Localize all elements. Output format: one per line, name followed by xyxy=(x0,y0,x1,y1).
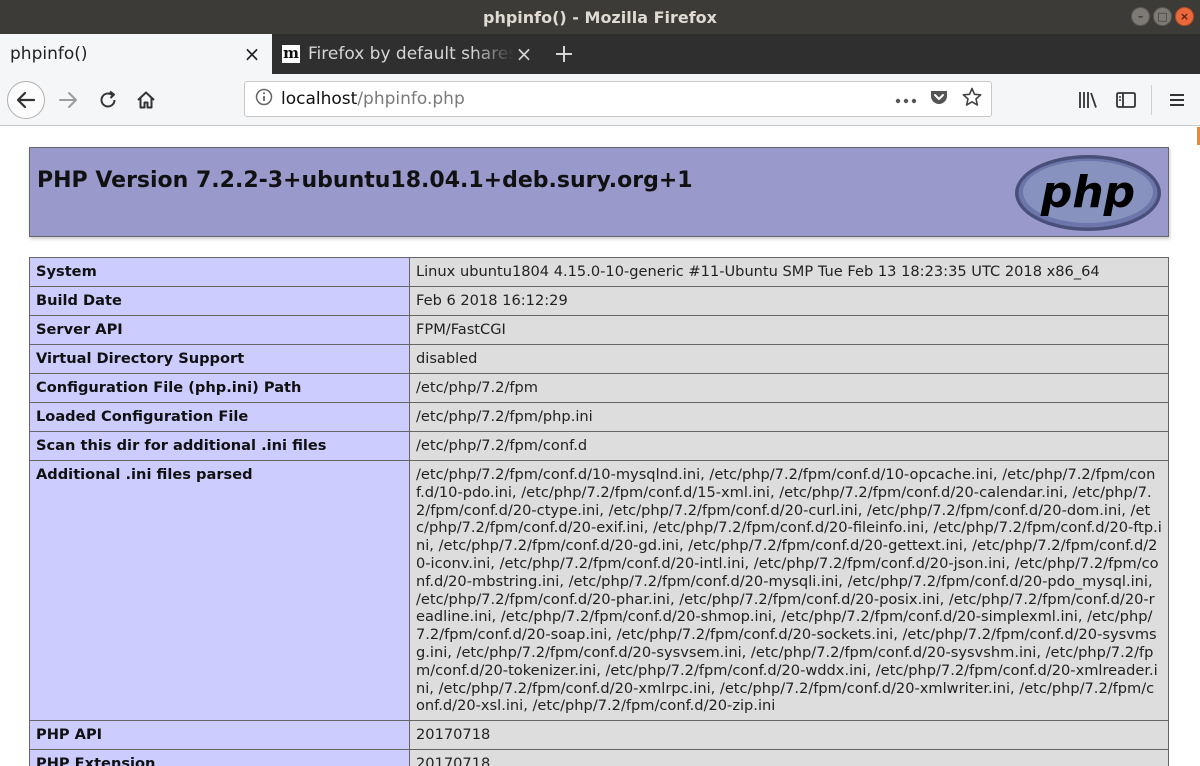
table-row: System Linux ubuntu1804 4.15.0-10-generic… xyxy=(29,257,1169,287)
tab-firefox-shares[interactable]: m Firefox by default shares × xyxy=(272,34,544,74)
forward-button[interactable] xyxy=(49,81,87,119)
reload-icon xyxy=(100,90,116,107)
row-key: Scan this dir for additional .ini files xyxy=(29,431,410,461)
page-info-button[interactable] xyxy=(255,88,273,110)
arrow-left-icon xyxy=(16,91,36,108)
row-value: /etc/php/7.2/fpm/conf.d/10-mysqlnd.ini, … xyxy=(409,459,1169,722)
row-key: PHP Extension xyxy=(29,749,410,766)
row-value: Linux ubuntu1804 4.15.0-10-generic #11-U… xyxy=(409,257,1169,287)
row-key: Build Date xyxy=(29,286,410,316)
php-info-table: System Linux ubuntu1804 4.15.0-10-generic… xyxy=(29,257,1169,766)
toolbar-separator xyxy=(1151,85,1152,115)
home-icon xyxy=(137,91,155,108)
url-bar[interactable]: localhost/phpinfo.php xyxy=(244,81,992,117)
navigation-toolbar: localhost/phpinfo.php xyxy=(0,74,1200,126)
row-value: /etc/php/7.2/fpm/conf.d xyxy=(409,431,1169,461)
url-path: /phpinfo.php xyxy=(357,89,465,109)
tab-close-icon[interactable]: × xyxy=(514,42,534,66)
home-button[interactable] xyxy=(127,81,165,119)
row-key: Loaded Configuration File xyxy=(29,402,410,432)
tab-title: phpinfo() xyxy=(10,44,88,64)
open-menu-button[interactable] xyxy=(1158,81,1196,119)
php-logo-text: php xyxy=(1040,167,1135,218)
table-row: Scan this dir for additional .ini files /… xyxy=(29,431,1169,461)
minimize-button[interactable]: – xyxy=(1131,7,1150,26)
row-value: 20170718 xyxy=(409,749,1169,766)
close-window-button[interactable]: × xyxy=(1175,7,1194,26)
table-row: Loaded Configuration File/etc/php/7.2/fp… xyxy=(29,402,1169,432)
php-version-header: PHP Version 7.2.2-3+ubuntu18.04.1+deb.su… xyxy=(29,147,1169,237)
table-row: Configuration File (php.ini) Path/etc/ph… xyxy=(29,373,1169,403)
sidebar-button[interactable] xyxy=(1107,81,1145,119)
toolbar-right xyxy=(1069,74,1200,126)
row-value: Feb 6 2018 16:12:29 xyxy=(409,286,1169,316)
plus-icon xyxy=(556,46,572,62)
php-logo-icon: php xyxy=(1015,155,1161,231)
page-content[interactable]: PHP Version 7.2.2-3+ubuntu18.04.1+deb.su… xyxy=(0,127,1200,766)
tab-title: Firefox by default shares xyxy=(308,44,514,64)
library-icon xyxy=(1079,92,1097,108)
table-row: Additional .ini files parsed/etc/php/7.2… xyxy=(29,459,1169,722)
page-title: PHP Version 7.2.2-3+ubuntu18.04.1+deb.su… xyxy=(37,168,693,193)
library-button[interactable] xyxy=(1069,81,1107,119)
row-value: disabled xyxy=(409,344,1169,374)
maximize-button[interactable]: □ xyxy=(1153,7,1172,26)
hamburger-icon xyxy=(1170,94,1184,106)
row-value: /etc/php/7.2/fpm xyxy=(409,373,1169,403)
tab-phpinfo[interactable]: phpinfo() × xyxy=(0,34,272,74)
info-icon xyxy=(255,88,273,106)
row-value: 20170718 xyxy=(409,720,1169,751)
table-row: PHP Extension 20170718 xyxy=(29,749,1169,766)
url-host: localhost xyxy=(281,89,358,109)
pocket-button[interactable] xyxy=(929,87,949,111)
bookmark-star-button[interactable] xyxy=(961,86,983,112)
more-dots-icon xyxy=(895,98,917,103)
url-text[interactable]: localhost/phpinfo.php xyxy=(281,89,895,109)
row-key: Additional .ini files parsed xyxy=(29,459,410,722)
table-row: PHP API 20170718 xyxy=(29,720,1169,751)
arrow-right-icon xyxy=(59,91,77,108)
row-value: FPM/FastCGI xyxy=(409,315,1169,345)
window-title: phpinfo() - Mozilla Firefox xyxy=(482,7,717,27)
row-key: PHP API xyxy=(29,720,410,751)
tab-close-icon[interactable]: × xyxy=(242,42,262,66)
row-key: System xyxy=(29,257,410,287)
row-key: Virtual Directory Support xyxy=(29,344,410,374)
page-actions-button[interactable] xyxy=(895,90,917,109)
new-tab-button[interactable] xyxy=(544,34,584,74)
window-titlebar: phpinfo() - Mozilla Firefox – □ × xyxy=(0,0,1200,34)
tab-strip: phpinfo() × m Firefox by default shares … xyxy=(0,34,1200,74)
sidebar-icon xyxy=(1116,92,1136,108)
table-row: Build Date Feb 6 2018 16:12:29 xyxy=(29,286,1169,316)
row-key: Server API xyxy=(29,315,410,345)
table-row: Server API FPM/FastCGI xyxy=(29,315,1169,345)
row-key: Configuration File (php.ini) Path xyxy=(29,373,410,403)
window-controls: – □ × xyxy=(1131,7,1194,26)
reload-button[interactable] xyxy=(89,81,127,119)
row-value: /etc/php/7.2/fpm/php.ini xyxy=(409,402,1169,432)
medium-favicon-icon: m xyxy=(282,44,300,63)
star-icon xyxy=(962,87,982,106)
back-button[interactable] xyxy=(7,80,45,119)
pocket-icon xyxy=(931,91,947,104)
table-row: Virtual Directory Support disabled xyxy=(29,344,1169,374)
